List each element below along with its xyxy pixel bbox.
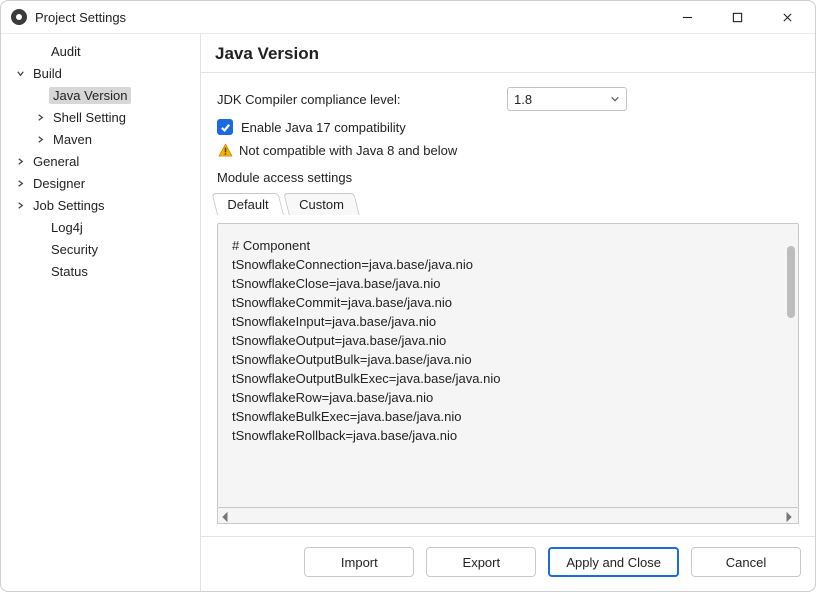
tree-spacer — [31, 220, 45, 234]
chevron-right-icon — [33, 132, 47, 146]
sidebar-item-label: General — [29, 153, 83, 170]
vertical-scrollbar[interactable] — [787, 246, 795, 318]
tree-spacer — [31, 242, 45, 256]
settings-tree: Audit Build Java Version Shell Setting Maven… — [1, 40, 200, 282]
tree-spacer — [31, 264, 45, 278]
scroll-right-icon — [784, 510, 796, 522]
maximize-button[interactable] — [715, 3, 759, 31]
chevron-right-icon — [13, 198, 27, 212]
sidebar-item-general[interactable]: General — [1, 150, 200, 172]
sidebar-item-log4j[interactable]: Log4j — [1, 216, 200, 238]
dialog-footer: Import Export Apply and Close Cancel — [201, 536, 815, 591]
titlebar: Project Settings — [1, 1, 815, 33]
sidebar-item-label: Job Settings — [29, 197, 109, 214]
main-panel: Java Version JDK Compiler compliance lev… — [201, 34, 815, 591]
sidebar-item-label: Log4j — [47, 219, 87, 236]
tree-spacer — [31, 44, 45, 58]
tab-custom[interactable]: Custom — [283, 193, 359, 215]
chevron-right-icon — [13, 154, 27, 168]
sidebar-item-label: Status — [47, 263, 92, 280]
sidebar: Audit Build Java Version Shell Setting Maven… — [1, 34, 201, 591]
sidebar-item-label: Maven — [49, 131, 96, 148]
apply-and-close-button[interactable]: Apply and Close — [548, 547, 679, 577]
jdk-compliance-label: JDK Compiler compliance level: — [217, 92, 497, 107]
chevron-right-icon — [13, 176, 27, 190]
window-title: Project Settings — [35, 10, 665, 25]
sidebar-item-label: Security — [47, 241, 102, 258]
cancel-button[interactable]: Cancel — [691, 547, 801, 577]
sidebar-item-label: Audit — [47, 43, 85, 60]
module-access-tabs: Default Custom — [217, 193, 799, 215]
warning-icon — [218, 143, 233, 158]
sidebar-item-label: Build — [29, 65, 66, 82]
import-button[interactable]: Import — [304, 547, 414, 577]
tree-spacer — [33, 88, 47, 102]
export-button[interactable]: Export — [426, 547, 536, 577]
sidebar-item-maven[interactable]: Maven — [1, 128, 200, 150]
sidebar-item-designer[interactable]: Designer — [1, 172, 200, 194]
scroll-left-icon — [220, 510, 232, 522]
sidebar-item-label: Shell Setting — [49, 109, 130, 126]
close-button[interactable] — [765, 3, 809, 31]
chevron-right-icon — [33, 110, 47, 124]
module-access-label: Module access settings — [217, 170, 799, 185]
module-access-text: # Component tSnowflakeConnection=java.ba… — [232, 238, 500, 443]
sidebar-item-label: Java Version — [49, 87, 131, 104]
minimize-button[interactable] — [665, 3, 709, 31]
sidebar-item-build[interactable]: Build — [1, 62, 200, 84]
sidebar-item-label: Designer — [29, 175, 89, 192]
checkmark-icon — [220, 122, 231, 133]
sidebar-item-status[interactable]: Status — [1, 260, 200, 282]
enable-java17-checkbox[interactable] — [217, 119, 233, 135]
tab-default[interactable]: Default — [212, 193, 285, 215]
warning-text: Not compatible with Java 8 and below — [239, 143, 457, 158]
horizontal-scrollbar[interactable] — [217, 508, 799, 524]
enable-java17-label: Enable Java 17 compatibility — [241, 120, 406, 135]
chevron-down-icon — [610, 94, 620, 104]
jdk-compliance-value: 1.8 — [514, 92, 532, 107]
page-title: Java Version — [201, 34, 815, 73]
module-access-editor[interactable]: # Component tSnowflakeConnection=java.ba… — [217, 223, 799, 508]
sidebar-item-shell-setting[interactable]: Shell Setting — [1, 106, 200, 128]
chevron-down-icon — [13, 66, 27, 80]
sidebar-item-security[interactable]: Security — [1, 238, 200, 260]
sidebar-item-job-settings[interactable]: Job Settings — [1, 194, 200, 216]
jdk-compliance-select[interactable]: 1.8 — [507, 87, 627, 111]
app-icon — [11, 9, 27, 25]
sidebar-item-audit[interactable]: Audit — [1, 40, 200, 62]
sidebar-item-java-version[interactable]: Java Version — [1, 84, 200, 106]
